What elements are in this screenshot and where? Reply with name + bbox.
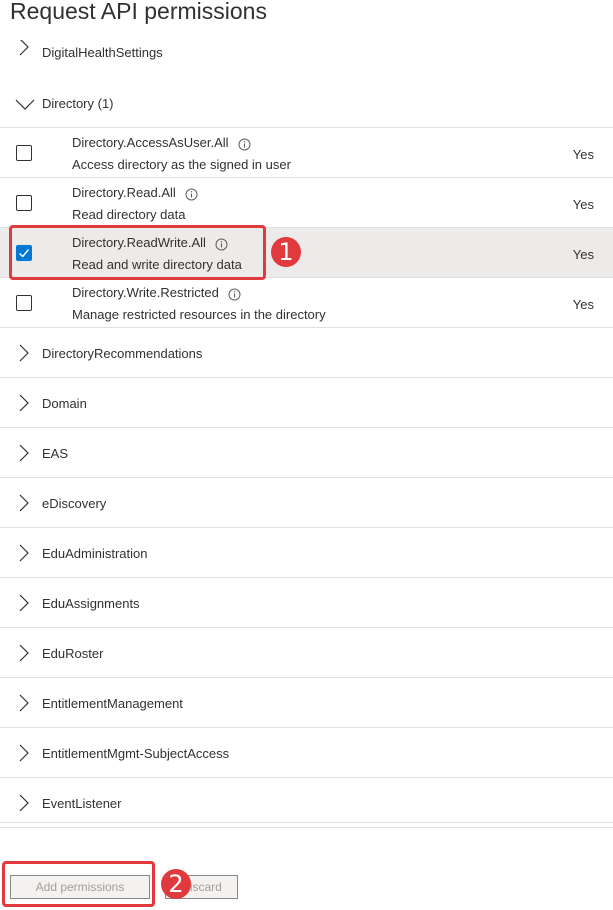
- group-row-eas[interactable]: EAS: [0, 428, 613, 478]
- info-icon[interactable]: [228, 288, 241, 306]
- group-label: EAS: [42, 446, 69, 461]
- chevron-down-icon: [15, 98, 35, 116]
- group-label: DigitalHealthSettings: [42, 45, 163, 60]
- group-row-eduassignments[interactable]: EduAssignments: [0, 578, 613, 628]
- admin-consent-required: Yes: [572, 197, 594, 212]
- highlight-box-permission: [9, 225, 266, 280]
- chevron-right-icon: [17, 444, 31, 462]
- permission-description: Access directory as the signed in user: [72, 157, 291, 172]
- group-label: EventListener: [42, 796, 122, 811]
- group-row-directory[interactable]: Directory (1): [0, 78, 613, 128]
- chevron-right-icon: [17, 794, 31, 812]
- permission-name: Directory.Read.All: [72, 185, 176, 200]
- group-row-domain[interactable]: Domain: [0, 378, 613, 428]
- group-label: EntitlementMgmt-SubjectAccess: [42, 746, 230, 761]
- permission-row-directory-read-all[interactable]: Directory.Read.All Read directory data Yes: [0, 178, 613, 228]
- page-title: Request API permissions: [10, 0, 267, 24]
- chevron-right-icon: [17, 644, 31, 662]
- group-label: Domain: [42, 396, 87, 411]
- permission-checkbox[interactable]: [16, 145, 32, 161]
- chevron-right-icon: [17, 744, 31, 762]
- group-label: EduAdministration: [42, 546, 148, 561]
- permission-description: Read directory data: [72, 207, 186, 222]
- chevron-right-icon: [17, 694, 31, 712]
- callout-badge-2: 2: [161, 869, 191, 899]
- group-row-entitlementmanagement[interactable]: EntitlementManagement: [0, 678, 613, 728]
- callout-badge-1: 1: [271, 237, 301, 267]
- chevron-right-icon: [17, 40, 31, 61]
- group-row-ediscovery[interactable]: eDiscovery: [0, 478, 613, 528]
- permission-row-directory-write-restricted[interactable]: Directory.Write.Restricted Manage restric…: [0, 278, 613, 328]
- permission-name: Directory.AccessAsUser.All: [72, 135, 229, 150]
- chevron-right-icon: [17, 494, 31, 512]
- highlight-box-add-permissions: [2, 861, 155, 907]
- footer-divider: [0, 822, 613, 823]
- group-row-directoryrecommendations[interactable]: DirectoryRecommendations: [0, 328, 613, 378]
- group-row-entitlementmgmt-subjectaccess[interactable]: EntitlementMgmt-SubjectAccess: [0, 728, 613, 778]
- group-label: EduRoster: [42, 646, 104, 661]
- group-row-eventlistener[interactable]: EventListener: [0, 778, 613, 828]
- permission-row-directory-accessasuser-all[interactable]: Directory.AccessAsUser.All Access directo…: [0, 128, 613, 178]
- group-row-digitalhealthsettings[interactable]: DigitalHealthSettings: [0, 40, 613, 66]
- group-label: Directory (1): [42, 96, 114, 111]
- info-icon[interactable]: [238, 138, 251, 156]
- group-row-eduadministration[interactable]: EduAdministration: [0, 528, 613, 578]
- chevron-right-icon: [17, 594, 31, 612]
- admin-consent-required: Yes: [572, 147, 594, 162]
- group-label: eDiscovery: [42, 496, 107, 511]
- group-row-eduroster[interactable]: EduRoster: [0, 628, 613, 678]
- permission-checkbox[interactable]: [16, 295, 32, 311]
- permission-name: Directory.Write.Restricted: [72, 285, 219, 300]
- group-label: DirectoryRecommendations: [42, 346, 203, 361]
- admin-consent-required: Yes: [572, 247, 594, 262]
- info-icon[interactable]: [185, 188, 198, 206]
- permission-description: Manage restricted resources in the direc…: [72, 307, 326, 322]
- chevron-right-icon: [17, 544, 31, 562]
- admin-consent-required: Yes: [572, 297, 594, 312]
- group-label: EntitlementManagement: [42, 696, 183, 711]
- permission-checkbox[interactable]: [16, 195, 32, 211]
- group-label: EduAssignments: [42, 596, 140, 611]
- chevron-right-icon: [17, 344, 31, 362]
- chevron-right-icon: [17, 394, 31, 412]
